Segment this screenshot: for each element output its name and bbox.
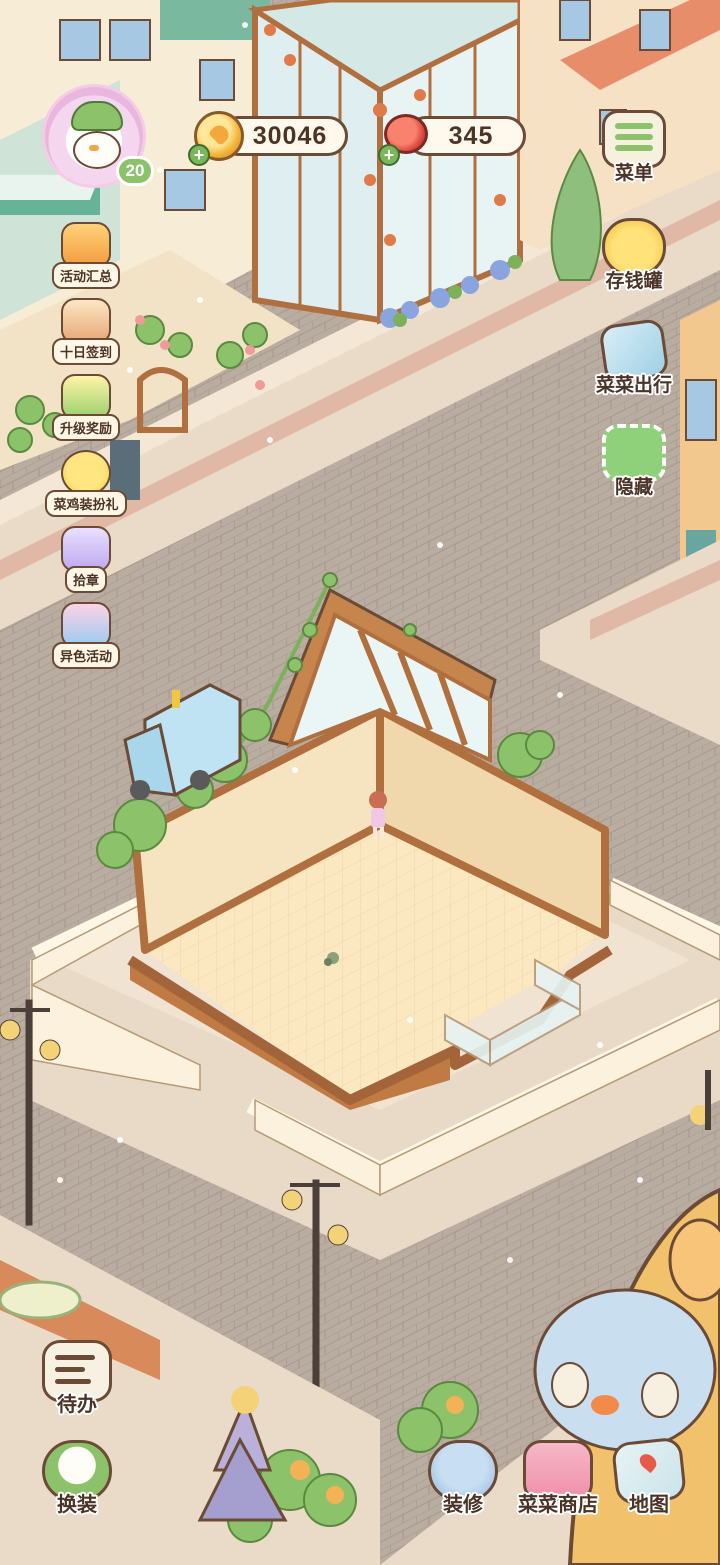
decorate-button[interactable]: 装修 <box>418 1440 508 1530</box>
color-event-label: 异色活动 <box>51 642 120 669</box>
travel-label: 菜菜出行 <box>595 375 672 396</box>
menu-label: 菜单 <box>614 163 653 184</box>
ten-day-checkin-label: 十日签到 <box>51 338 120 365</box>
piggy-bank-button[interactable]: 存钱罐 <box>592 218 676 302</box>
player-avatar[interactable]: 20 <box>36 78 156 188</box>
ten-day-checkin-button[interactable]: 十日签到 <box>38 298 134 370</box>
level-text: 20 <box>125 161 145 180</box>
dressup-button[interactable]: 换装 <box>32 1440 122 1530</box>
map-label: 地图 <box>629 1494 669 1516</box>
decorate-label: 装修 <box>443 1494 483 1516</box>
travel-button[interactable]: 菜菜出行 <box>586 317 682 406</box>
meat-counter[interactable]: 345 + <box>374 108 532 166</box>
hide-button[interactable]: 隐藏 <box>592 424 676 508</box>
level-reward-button[interactable]: 升级奖励 <box>38 374 134 446</box>
level-badge: 20 <box>116 156 154 186</box>
level-reward-label: 升级奖励 <box>51 414 120 441</box>
stamp-collect-label: 拾章 <box>64 566 107 593</box>
meat-amount: 345 <box>448 121 494 150</box>
stamp-collect-button[interactable]: 拾章 <box>38 526 134 598</box>
chick-costume-gift-button[interactable]: 菜鸡装扮礼 <box>38 450 134 522</box>
coin-counter[interactable]: 30046 + <box>188 108 354 166</box>
color-event-button[interactable]: 异色活动 <box>38 602 134 674</box>
todo-label: 待办 <box>57 1394 97 1416</box>
add-coins-icon[interactable]: + <box>188 144 210 166</box>
add-meat-icon[interactable]: + <box>378 144 400 166</box>
hide-label: 隐藏 <box>614 477 653 498</box>
shop-label: 菜菜商店 <box>518 1494 598 1516</box>
map-button[interactable]: 地图 <box>604 1436 694 1530</box>
piggy-bank-label: 存钱罐 <box>605 271 663 292</box>
coin-amount: 30046 <box>252 121 328 150</box>
chick-costume-gift-label: 菜鸡装扮礼 <box>45 490 127 517</box>
event-summary-label: 活动汇总 <box>51 262 120 289</box>
event-summary-button[interactable]: 活动汇总 <box>38 222 134 294</box>
todo-button[interactable]: 待办 <box>32 1340 122 1430</box>
menu-button[interactable]: 菜单 <box>592 110 676 194</box>
dressup-label: 换装 <box>57 1494 97 1516</box>
shop-button[interactable]: 菜菜商店 <box>508 1440 608 1530</box>
